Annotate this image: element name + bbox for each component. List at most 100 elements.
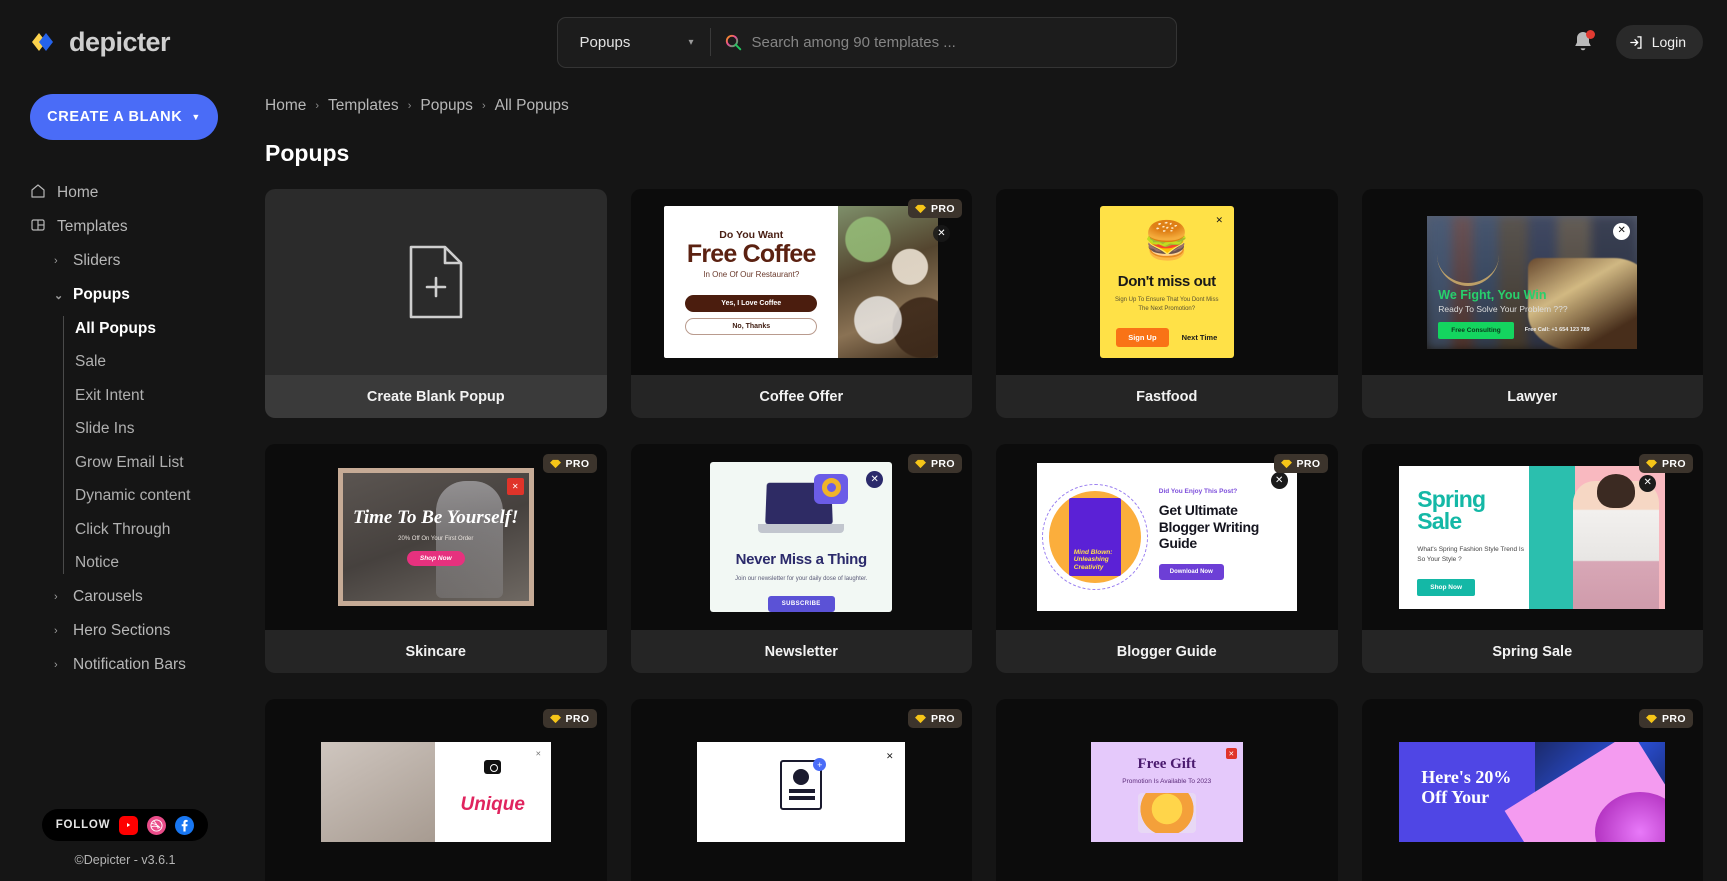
create-a-blank-button[interactable]: CREATE A BLANK ▼ — [30, 94, 218, 140]
template-card-newsletter[interactable]: PRO ✕ Never Miss a Thing Join our newsle… — [631, 444, 973, 673]
app-root: depicter Popups ▾ — [0, 0, 1727, 881]
template-card-lawyer[interactable]: ✕ We Fight, You Win Ready To Solve Your … — [1362, 189, 1704, 418]
sidebar-subitem-label: Grow Email List — [75, 454, 184, 472]
close-icon[interactable]: ✕ — [507, 478, 524, 495]
sidebar-item-home[interactable]: Home — [30, 176, 265, 210]
breadcrumb-item-home[interactable]: Home — [265, 97, 306, 115]
popup-subtext: In One Of Our Restaurant? — [703, 270, 799, 279]
card-title: Skincare — [265, 630, 607, 673]
close-icon[interactable]: ✕ — [866, 471, 883, 488]
close-icon[interactable]: ✕ — [1211, 212, 1228, 229]
dribbble-icon[interactable] — [147, 816, 166, 835]
close-icon[interactable]: ✕ — [1271, 472, 1288, 489]
popup-primary-button: Yes, I Love Coffee — [685, 295, 817, 312]
template-card-unique[interactable]: PRO ✕ Unique — [265, 699, 607, 881]
popup-preview: ✕ Never Miss a Thing Join our newsletter… — [710, 462, 892, 612]
pro-badge-label: PRO — [931, 713, 955, 725]
sidebar-item-dynamic-content[interactable]: Dynamic content — [75, 480, 265, 514]
card-title: Spring Sale — [1362, 630, 1704, 673]
card-title: Create Blank Popup — [265, 375, 607, 418]
template-card-blogger-guide[interactable]: PRO ✕ Mind Blown: Unleashing Creativity — [996, 444, 1338, 673]
notifications-bell-icon[interactable] — [1572, 30, 1594, 54]
popup-headline: Never Miss a Thing — [736, 551, 867, 568]
sidebar-item-carousels[interactable]: › Carousels — [30, 580, 265, 614]
search-category-select[interactable]: Popups ▾ — [558, 18, 710, 67]
search-box[interactable]: Popups ▾ — [557, 17, 1177, 68]
close-icon[interactable]: ✕ — [1226, 748, 1237, 759]
facebook-icon[interactable] — [175, 816, 194, 835]
popup-headline: Time To Be Yourself! — [353, 508, 519, 528]
popup-subtext: Ready To Solve Your Problem ??? — [1438, 304, 1589, 314]
pro-badge: PRO — [1274, 454, 1328, 473]
sidebar-item-exit-intent[interactable]: Exit Intent — [75, 379, 265, 413]
sidebar-item-templates[interactable]: Templates — [30, 210, 265, 244]
pro-badge-label: PRO — [566, 458, 590, 470]
template-card-create-blank[interactable]: Create Blank Popup — [265, 189, 607, 418]
close-icon[interactable]: ✕ — [1613, 223, 1630, 240]
popup-image — [838, 206, 938, 358]
breadcrumb-item-all-popups[interactable]: All Popups — [495, 97, 569, 115]
sidebar-item-all-popups[interactable]: All Popups — [75, 312, 265, 346]
sidebar-item-label: Home — [57, 184, 98, 202]
sidebar-item-hero-sections[interactable]: › Hero Sections — [30, 614, 265, 648]
template-card-20-off[interactable]: PRO Here's 20% Off Your — [1362, 699, 1704, 881]
chevron-down-icon: ⌄ — [54, 289, 64, 302]
sidebar-subitem-label: Click Through — [75, 521, 170, 539]
template-card-news-partial[interactable]: PRO ✕ + — [631, 699, 973, 881]
popup-secondary-button: No, Thanks — [685, 318, 817, 335]
template-card-fastfood[interactable]: ✕ 🍔 Don't miss out Sign Up To Ensure Tha… — [996, 189, 1338, 418]
sidebar-item-click-through[interactable]: Click Through — [75, 513, 265, 547]
sidebar-item-grow-email-list[interactable]: Grow Email List — [75, 446, 265, 480]
breadcrumb: Home › Templates › Popups › All Popups — [265, 92, 1703, 120]
plus-icon: + — [813, 758, 826, 771]
pro-badge-label: PRO — [1297, 458, 1321, 470]
sidebar-item-slide-ins[interactable]: Slide Ins — [75, 413, 265, 447]
gem-icon — [1646, 714, 1657, 724]
pro-badge-label: PRO — [1662, 713, 1686, 725]
template-card-spring-sale[interactable]: PRO ✕ Spring Sale What's Spring Fashion … — [1362, 444, 1704, 673]
close-icon[interactable]: ✕ — [881, 748, 898, 765]
popup-preview: ✕ 🍔 Don't miss out Sign Up To Ensure Tha… — [1100, 206, 1234, 358]
laptop-illustration — [758, 482, 844, 533]
template-card-free-gift[interactable]: ✕ Free Gift Promotion Is Available To 20… — [996, 699, 1338, 881]
sidebar-item-label: Popups — [73, 286, 130, 304]
popup-preview: ✕ Unique — [321, 742, 551, 842]
pro-badge-label: PRO — [931, 458, 955, 470]
new-document-icon — [407, 245, 465, 319]
brand-logo[interactable]: depicter — [30, 27, 295, 58]
popup-primary-button: Shop Now — [1417, 579, 1475, 596]
popups-sublist: All Popups Sale Exit Intent Slide Ins Gr… — [30, 312, 265, 580]
close-icon[interactable]: ✕ — [530, 746, 547, 763]
popup-headline: Free Gift — [1138, 756, 1196, 773]
close-icon[interactable]: ✕ — [933, 225, 950, 242]
pro-badge: PRO — [908, 199, 962, 218]
sidebar-item-label: Sliders — [73, 252, 120, 270]
breadcrumb-item-popups[interactable]: Popups — [420, 97, 473, 115]
sidebar: CREATE A BLANK ▼ Home Templates — [0, 84, 265, 881]
sidebar-item-notice[interactable]: Notice — [75, 547, 265, 581]
sidebar-item-sale[interactable]: Sale — [75, 346, 265, 380]
chevron-right-icon: › — [54, 255, 64, 267]
breadcrumb-item-templates[interactable]: Templates — [328, 97, 399, 115]
sidebar-item-label: Notification Bars — [73, 656, 186, 674]
sidebar-item-sliders[interactable]: › Sliders — [30, 244, 265, 278]
popup-headline-b: You Win — [1498, 288, 1547, 302]
popup-image — [1138, 793, 1196, 833]
create-a-blank-label: CREATE A BLANK — [47, 109, 182, 125]
card-thumbnail: ✕ 🍔 Don't miss out Sign Up To Ensure Tha… — [996, 189, 1338, 375]
sidebar-item-notification-bars[interactable]: › Notification Bars — [30, 648, 265, 682]
sidebar-item-label: Templates — [57, 218, 128, 236]
login-button[interactable]: Login — [1616, 25, 1703, 59]
popup-headline-a: We Fight, — [1438, 288, 1497, 302]
search-input[interactable] — [752, 18, 1176, 67]
popup-kicker: Did You Enjoy This Post? — [1159, 488, 1283, 495]
template-card-coffee-offer[interactable]: PRO ✕ Do You Want Free Coffee In One Of … — [631, 189, 973, 418]
search-divider — [710, 28, 711, 56]
sidebar-item-popups[interactable]: ⌄ Popups — [30, 278, 265, 312]
close-icon[interactable]: ✕ — [1639, 475, 1656, 492]
youtube-icon[interactable] — [119, 816, 138, 835]
template-card-skincare[interactable]: PRO ✕ Time To Be Yourself! 20% Off On Yo… — [265, 444, 607, 673]
popup-image — [321, 742, 435, 842]
popup-primary-button: Shop Now — [407, 551, 465, 566]
pro-badge-label: PRO — [1662, 458, 1686, 470]
